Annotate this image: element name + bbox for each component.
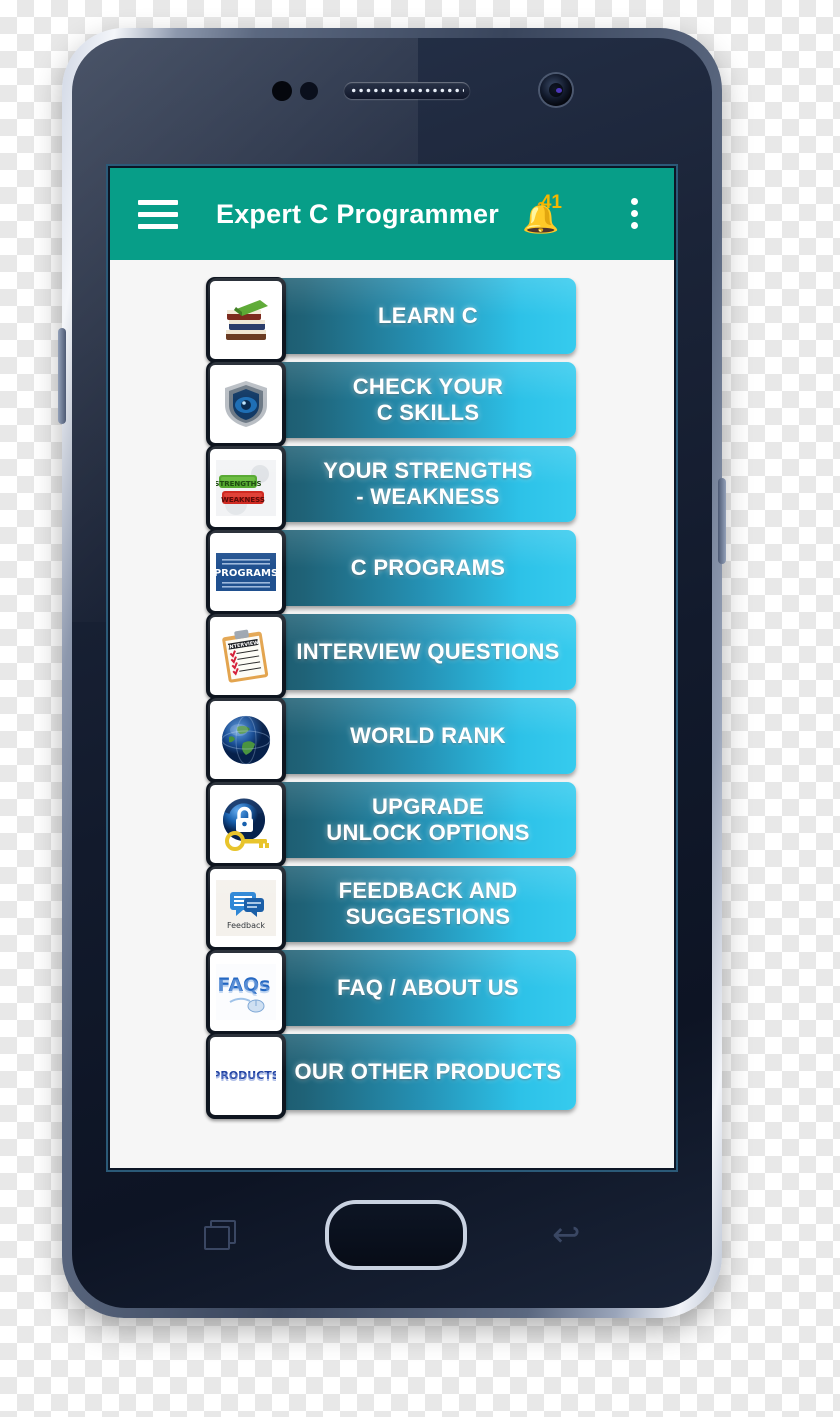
shield-icon xyxy=(206,361,286,447)
svg-text:PROGRAMS: PROGRAMS xyxy=(216,568,276,579)
lock-key-icon xyxy=(206,781,286,867)
faqs-icon: FAQs FAQs xyxy=(206,949,286,1035)
front-camera-icon xyxy=(540,74,572,106)
menu-item-label: UPGRADE UNLOCK OPTIONS xyxy=(326,794,530,845)
feedback-chat-icon: Feedback xyxy=(206,865,286,951)
menu-item-label: CHECK YOUR C SKILLS xyxy=(352,374,504,425)
globe-icon xyxy=(206,697,286,783)
app-bar: Expert C Programmer 🔔 41 xyxy=(110,168,674,260)
menu-item-faq-about-us[interactable]: FAQs FAQs FAQ / ABOUT US xyxy=(206,949,576,1035)
notification-badge: 41 xyxy=(540,192,562,213)
menu-item-label: FAQ / ABOUT US xyxy=(337,975,519,1000)
phone-body: Expert C Programmer 🔔 41 LEARN C CHECK Y… xyxy=(72,38,712,1308)
more-vertical-icon[interactable] xyxy=(631,198,638,229)
svg-text:PRODUCTS: PRODUCTS xyxy=(216,1071,276,1084)
menu-item-your-strengths-weakness[interactable]: STRENGTHS WEAKNESS YOUR STRENGTHS - WEAK… xyxy=(206,445,576,531)
menu-item-interview-questions[interactable]: INTERVIEW INTERVIEW QUESTIONS xyxy=(206,613,576,699)
menu-item-label: C PROGRAMS xyxy=(350,555,506,580)
page-title: Expert C Programmer xyxy=(216,198,499,229)
proximity-sensor-icon xyxy=(272,81,292,101)
programs-book-icon: PROGRAMS xyxy=(206,529,286,615)
menu-item-label: INTERVIEW QUESTIONS xyxy=(296,639,560,664)
menu-item-check-your-c-skills[interactable]: CHECK YOUR C SKILLS xyxy=(206,361,576,447)
light-sensor-icon xyxy=(300,82,318,100)
menu-item-label: LEARN C xyxy=(378,303,478,328)
menu-item-learn-c[interactable]: LEARN C xyxy=(206,277,576,363)
power-key[interactable] xyxy=(718,478,726,564)
notifications-button[interactable]: 🔔 41 xyxy=(516,192,562,238)
svg-text:WEAKNESS: WEAKNESS xyxy=(221,496,265,504)
products-icon: PRODUCTS PRODUCTS xyxy=(206,1033,286,1119)
svg-text:STRENGTHS: STRENGTHS xyxy=(216,480,262,488)
phone-screen: Expert C Programmer 🔔 41 LEARN C CHECK Y… xyxy=(110,168,674,1168)
menu-item-label: FEEDBACK AND SUGGESTIONS xyxy=(338,878,518,929)
strength-weakness-labels-icon: STRENGTHS WEAKNESS xyxy=(206,445,286,531)
home-button[interactable] xyxy=(325,1200,467,1270)
hamburger-menu-icon[interactable] xyxy=(138,199,178,229)
svg-text:FAQs: FAQs xyxy=(218,976,271,998)
phone-device: Expert C Programmer 🔔 41 LEARN C CHECK Y… xyxy=(58,28,726,1318)
interview-clipboard-icon: INTERVIEW xyxy=(206,613,286,699)
menu-item-label: YOUR STRENGTHS - WEAKNESS xyxy=(323,458,533,509)
recents-button[interactable] xyxy=(204,1220,236,1250)
menu-item-label: OUR OTHER PRODUCTS xyxy=(294,1059,562,1084)
menu-item-our-other-products[interactable]: PRODUCTS PRODUCTS OUR OTHER PRODUCTS xyxy=(206,1033,576,1119)
menu-item-feedback-and-suggestions[interactable]: Feedback FEEDBACK AND SUGGESTIONS xyxy=(206,865,576,951)
books-stack-icon xyxy=(206,277,286,363)
main-menu-list: LEARN C CHECK YOUR C SKILLS STRENGTHS WE… xyxy=(110,260,674,1119)
menu-item-world-rank[interactable]: WORLD RANK xyxy=(206,697,576,783)
volume-key[interactable] xyxy=(58,328,66,424)
menu-item-c-programs[interactable]: PROGRAMS C PROGRAMS xyxy=(206,529,576,615)
svg-text:Feedback: Feedback xyxy=(227,921,265,930)
menu-item-upgrade-unlock-options[interactable]: UPGRADE UNLOCK OPTIONS xyxy=(206,781,576,867)
back-button[interactable]: ↩ xyxy=(552,1218,586,1252)
earpiece-speaker-icon xyxy=(344,82,470,99)
menu-item-label: WORLD RANK xyxy=(350,723,506,748)
